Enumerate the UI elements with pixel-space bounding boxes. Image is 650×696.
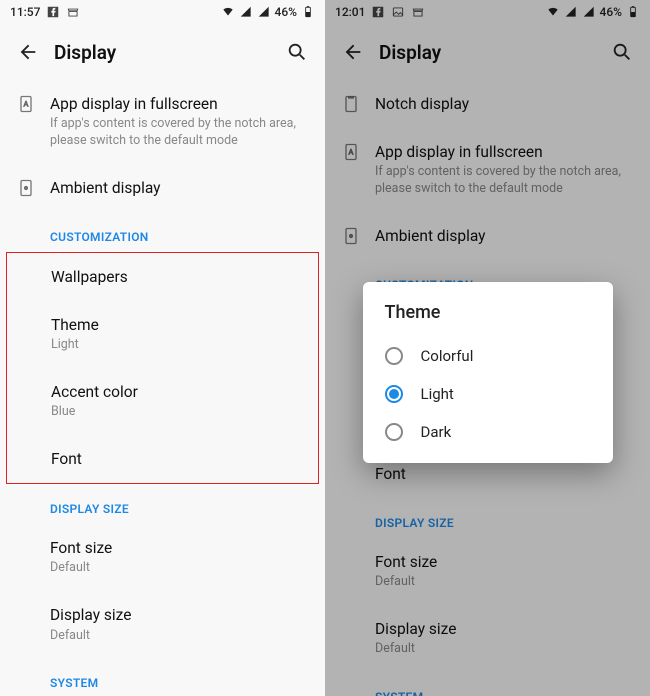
signal-2-icon	[257, 5, 271, 19]
radio-label: Dark	[421, 423, 452, 441]
page-title: Display	[54, 41, 116, 64]
battery-percent: 46%	[600, 5, 622, 19]
search-button[interactable]	[602, 32, 642, 72]
row-display-size[interactable]: Display size Default	[325, 605, 650, 672]
radio-option-dark[interactable]: Dark	[385, 413, 603, 451]
row-app-fullscreen[interactable]: A App display in fullscreen If app's con…	[0, 80, 325, 164]
right-screenshot: 12:01 46% Display Notch display A App	[325, 0, 650, 696]
status-bar: 11:57 46%	[0, 0, 325, 24]
dialog-title: Theme	[385, 302, 603, 323]
search-icon	[286, 41, 308, 63]
row-subtitle: If app's content is covered by the notch…	[50, 116, 309, 150]
row-font[interactable]: Font	[7, 435, 318, 483]
signal-icon	[564, 5, 578, 19]
ambient-icon	[16, 178, 36, 198]
notch-icon	[341, 94, 361, 114]
shop-icon	[66, 5, 80, 19]
radio-option-colorful[interactable]: Colorful	[385, 337, 603, 375]
row-title: Ambient display	[375, 226, 634, 246]
svg-text:A: A	[349, 148, 354, 157]
theme-dialog: Theme Colorful Light Dark	[363, 282, 613, 463]
battery-icon	[301, 5, 315, 19]
row-ambient-display[interactable]: Ambient display	[325, 212, 650, 260]
settings-list: A App display in fullscreen If app's con…	[0, 80, 325, 696]
ambient-icon	[341, 226, 361, 246]
row-display-size[interactable]: Display size Default	[0, 591, 325, 658]
row-title: Wallpapers	[51, 267, 302, 287]
radio-label: Colorful	[421, 347, 474, 365]
radio-icon	[385, 347, 403, 365]
row-font-size[interactable]: Font size Default	[0, 524, 325, 591]
shop-icon	[411, 5, 425, 19]
facebook-icon	[46, 5, 60, 19]
section-display-size: DISPLAY SIZE	[0, 484, 325, 524]
signal-icon	[239, 5, 253, 19]
section-display-size: DISPLAY SIZE	[325, 498, 650, 538]
search-icon	[611, 41, 633, 63]
back-button[interactable]	[8, 32, 48, 72]
row-subtitle: Blue	[51, 404, 302, 421]
left-screenshot: 11:57 46% Display A App display in fulls…	[0, 0, 325, 696]
status-bar: 12:01 46%	[325, 0, 650, 24]
facebook-icon	[371, 5, 385, 19]
svg-text:A: A	[24, 100, 29, 109]
back-button[interactable]	[333, 32, 373, 72]
customization-highlight: Wallpapers Theme Light Accent color Blue…	[6, 252, 319, 484]
battery-percent: 46%	[275, 5, 297, 19]
row-subtitle: Default	[50, 628, 309, 645]
fullscreen-icon: A	[16, 94, 36, 114]
radio-icon	[385, 423, 403, 441]
row-title: Display size	[375, 619, 634, 639]
row-title: Display size	[50, 605, 309, 625]
section-system: SYSTEM	[325, 672, 650, 696]
row-title: Font	[375, 464, 634, 484]
wifi-icon	[546, 5, 560, 19]
row-font-size[interactable]: Font size Default	[325, 538, 650, 605]
row-subtitle: Light	[51, 337, 302, 354]
row-title: App display in fullscreen	[375, 142, 634, 162]
row-theme[interactable]: Theme Light	[7, 301, 318, 368]
signal-2-icon	[582, 5, 596, 19]
image-icon	[391, 5, 405, 19]
row-subtitle: Default	[50, 560, 309, 577]
row-title: Notch display	[375, 94, 634, 114]
radio-option-light[interactable]: Light	[385, 375, 603, 413]
search-button[interactable]	[277, 32, 317, 72]
row-wallpapers[interactable]: Wallpapers	[7, 253, 318, 301]
row-subtitle: If app's content is covered by the notch…	[375, 164, 634, 198]
row-subtitle: Default	[375, 574, 634, 591]
settings-header: Display	[0, 24, 325, 80]
arrow-left-icon	[342, 41, 364, 63]
row-title: Font size	[375, 552, 634, 572]
row-subtitle: Default	[375, 641, 634, 658]
status-time: 12:01	[335, 5, 365, 19]
row-ambient-display[interactable]: Ambient display	[0, 164, 325, 212]
row-title: Accent color	[51, 382, 302, 402]
wifi-icon	[221, 5, 235, 19]
settings-header: Display	[325, 24, 650, 80]
row-notch-display[interactable]: Notch display	[325, 80, 650, 128]
row-title: App display in fullscreen	[50, 94, 309, 114]
radio-icon	[385, 385, 403, 403]
row-title: Font	[51, 449, 302, 469]
fullscreen-icon: A	[341, 142, 361, 162]
row-title: Theme	[51, 315, 302, 335]
row-title: Ambient display	[50, 178, 309, 198]
section-system: SYSTEM	[0, 658, 325, 696]
row-title: Font size	[50, 538, 309, 558]
radio-label: Light	[421, 385, 454, 403]
arrow-left-icon	[17, 41, 39, 63]
status-time: 11:57	[10, 5, 40, 19]
row-app-fullscreen[interactable]: A App display in fullscreen If app's con…	[325, 128, 650, 212]
page-title: Display	[379, 41, 441, 64]
section-customization: CUSTOMIZATION	[0, 212, 325, 252]
battery-icon	[626, 5, 640, 19]
row-accent-color[interactable]: Accent color Blue	[7, 368, 318, 435]
